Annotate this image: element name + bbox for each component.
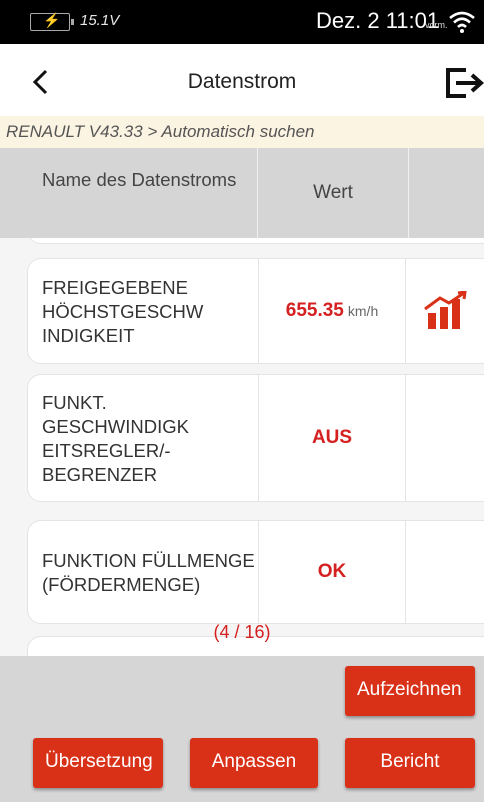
exit-icon[interactable] <box>444 66 484 100</box>
report-button[interactable]: Bericht <box>345 738 475 788</box>
row-value: AUS <box>258 375 406 501</box>
date-time: Dez. 2 11:01 <box>316 8 440 33</box>
data-stream-list[interactable]: FREIGEGEBENE HÖCHSTGESCHW INDIGKEIT 655.… <box>0 238 484 656</box>
row-graph-cell <box>406 521 484 623</box>
value-unit: km/h <box>347 303 379 319</box>
row-name: FUNKT. GESCHWINDIGK EITSREGLER/- BEGRENZ… <box>42 392 189 485</box>
status-bar: ⚡ 15.1V Dez. 2 11:01 vorm. <box>0 0 484 44</box>
wifi-icon <box>449 11 475 33</box>
row-graph-cell[interactable] <box>406 259 484 363</box>
battery-icon: ⚡ <box>30 12 74 31</box>
row-name: FUNKTION FÜLLMENGE (FÖRDERMENGE) <box>42 550 255 595</box>
bottom-toolbar: Aufzeichnen Übersetzung Anpassen Bericht <box>0 656 484 802</box>
page-indicator: (4 / 16) <box>213 622 271 642</box>
row-graph-cell <box>406 375 484 501</box>
column-header-name: Name des Datenstroms <box>0 148 258 238</box>
row-value: 655.35 km/h <box>258 259 406 363</box>
breadcrumb: RENAULT V43.33 > Automatisch suchen <box>0 116 484 148</box>
translate-button[interactable]: Übersetzung <box>33 738 163 788</box>
battery-voltage: 15.1V <box>80 12 120 29</box>
chart-icon[interactable] <box>422 291 470 331</box>
value-text: 655.35 <box>285 300 344 321</box>
table-row[interactable]: FREIGEGEBENE HÖCHSTGESCHW INDIGKEIT 655.… <box>27 258 484 364</box>
column-header-value: Wert <box>258 148 409 238</box>
page-title: Datenstrom <box>187 70 297 93</box>
list-item-partial-top <box>27 238 484 244</box>
record-button[interactable]: Aufzeichnen <box>345 666 475 716</box>
row-name: FREIGEGEBENE HÖCHSTGESCHW INDIGKEIT <box>42 277 204 346</box>
value-text: OK <box>317 561 347 582</box>
table-row[interactable]: FUNKT. GESCHWINDIGK EITSREGLER/- BEGRENZ… <box>27 374 484 502</box>
value-text: AUS <box>311 427 353 448</box>
column-header-graph <box>408 148 484 238</box>
title-bar: Datenstrom <box>0 44 484 116</box>
customize-button[interactable]: Anpassen <box>190 738 318 788</box>
am-pm-indicator: vorm. <box>425 20 448 30</box>
table-header: Name des Datenstroms Wert <box>0 148 484 238</box>
row-value: OK <box>258 521 406 623</box>
table-row[interactable]: FUNKTION FÜLLMENGE (FÖRDERMENGE) OK <box>27 520 484 624</box>
